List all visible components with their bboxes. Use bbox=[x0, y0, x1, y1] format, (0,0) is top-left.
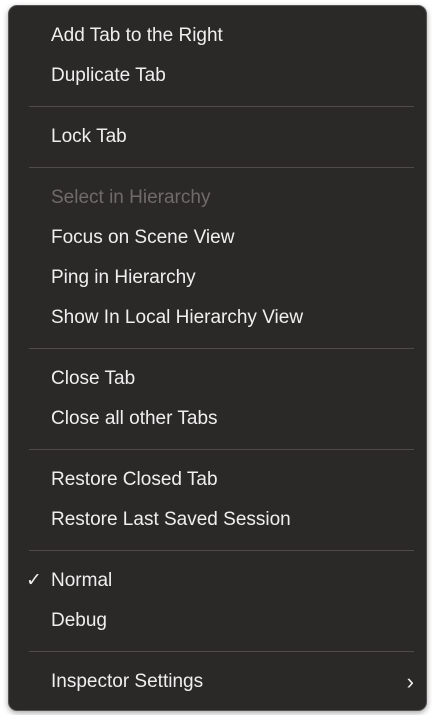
menu-item-label: Close all other Tabs bbox=[51, 408, 218, 429]
menu-item-label: Normal bbox=[51, 570, 113, 591]
menu-separator bbox=[29, 167, 414, 168]
menu-item-label: Restore Closed Tab bbox=[51, 469, 218, 490]
chevron-right-icon: › bbox=[406, 669, 414, 694]
menu-item-close-tab[interactable]: Close Tab bbox=[9, 359, 426, 399]
menu-item-label: Focus on Scene View bbox=[51, 227, 235, 248]
menu-item-label: Inspector Settings bbox=[51, 671, 204, 692]
menu-item-label: Add Tab to the Right bbox=[51, 25, 223, 46]
menu-item-label: Restore Last Saved Session bbox=[51, 509, 291, 530]
menu-item-close-other-tabs[interactable]: Close all other Tabs bbox=[9, 399, 426, 439]
menu-item-select-in-hierarchy: Select in Hierarchy bbox=[9, 178, 426, 218]
menu-separator bbox=[29, 449, 414, 450]
menu-item-inspector-settings[interactable]: Inspector Settings › bbox=[9, 662, 426, 702]
menu-item-ping-in-hierarchy[interactable]: Ping in Hierarchy bbox=[9, 258, 426, 298]
menu-item-label: Lock Tab bbox=[51, 126, 127, 147]
menu-item-label: Debug bbox=[51, 610, 107, 631]
menu-item-duplicate-tab[interactable]: Duplicate Tab bbox=[9, 56, 426, 96]
menu-item-label: Duplicate Tab bbox=[51, 65, 166, 86]
menu-item-restore-last-session[interactable]: Restore Last Saved Session bbox=[9, 500, 426, 540]
menu-item-focus-scene-view[interactable]: Focus on Scene View bbox=[9, 218, 426, 258]
menu-separator bbox=[29, 106, 414, 107]
menu-item-add-tab-right[interactable]: Add Tab to the Right bbox=[9, 16, 426, 56]
menu-separator bbox=[29, 550, 414, 551]
menu-item-mode-debug[interactable]: Debug bbox=[9, 601, 426, 641]
menu-separator bbox=[29, 348, 414, 349]
menu-item-label: Show In Local Hierarchy View bbox=[51, 307, 304, 328]
menu-item-mode-normal[interactable]: ✓ Normal bbox=[9, 561, 426, 601]
menu-item-label: Close Tab bbox=[51, 368, 136, 389]
menu-item-restore-closed-tab[interactable]: Restore Closed Tab bbox=[9, 460, 426, 500]
context-menu: Add Tab to the Right Duplicate Tab Lock … bbox=[8, 5, 427, 711]
menu-item-label: Ping in Hierarchy bbox=[51, 267, 196, 288]
menu-item-lock-tab[interactable]: Lock Tab bbox=[9, 117, 426, 157]
checkmark-icon: ✓ bbox=[26, 570, 42, 591]
menu-separator bbox=[29, 651, 414, 652]
menu-item-show-local-hierarchy[interactable]: Show In Local Hierarchy View bbox=[9, 298, 426, 338]
menu-item-label: Select in Hierarchy bbox=[51, 187, 211, 208]
